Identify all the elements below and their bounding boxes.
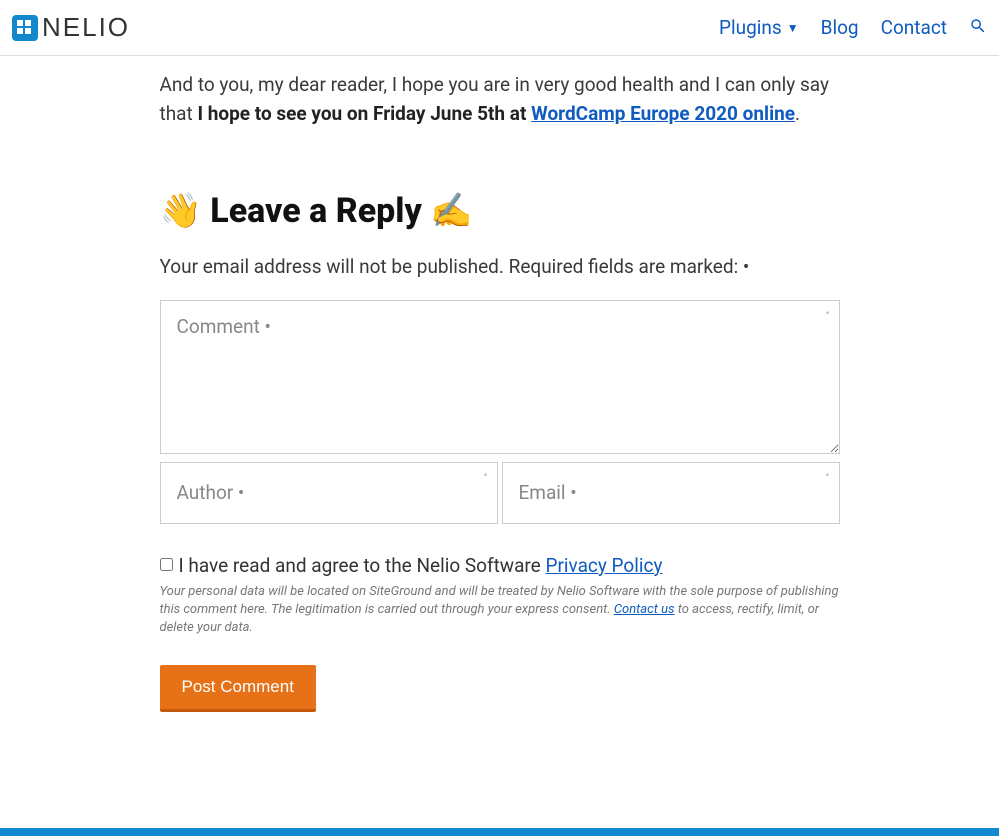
author-email-row: • • <box>160 462 840 524</box>
nav-plugins-label: Plugins <box>719 16 782 39</box>
reply-heading: 👋 Leave a Reply ✍️ <box>160 191 840 231</box>
main-content: And to you, my dear reader, I hope you a… <box>160 56 840 772</box>
site-header: NELIO Plugins ▼ Blog Contact <box>0 0 999 56</box>
nav-contact[interactable]: Contact <box>881 16 947 39</box>
site-logo[interactable]: NELIO <box>12 12 130 43</box>
consent-row: I have read and agree to the Nelio Softw… <box>160 554 840 577</box>
author-input[interactable] <box>160 462 498 524</box>
privacy-note: Your personal data will be located on Si… <box>160 583 840 638</box>
search-icon[interactable] <box>969 17 987 39</box>
reply-subtext: Your email address will not be published… <box>160 255 840 278</box>
article-bold: I hope to see you on Friday June 5th at <box>197 102 531 125</box>
email-field-wrap: • <box>502 462 840 524</box>
chevron-down-icon: ▼ <box>787 21 799 35</box>
required-dot-icon: • <box>825 468 829 482</box>
post-comment-button[interactable]: Post Comment <box>160 665 316 712</box>
comment-field-wrap: • <box>160 300 840 458</box>
article-trailing: . <box>795 102 800 125</box>
required-dot-icon: • <box>825 306 829 320</box>
email-input[interactable] <box>502 462 840 524</box>
nav-plugins[interactable]: Plugins ▼ <box>719 16 799 39</box>
article-paragraph: And to you, my dear reader, I hope you a… <box>160 70 840 129</box>
consent-text: I have read and agree to the Nelio Softw… <box>179 554 546 577</box>
privacy-policy-link[interactable]: Privacy Policy <box>545 554 662 577</box>
footer-accent-bar <box>0 828 999 836</box>
contact-us-link[interactable]: Contact us <box>614 602 675 617</box>
required-dot-icon: • <box>483 468 487 482</box>
author-field-wrap: • <box>160 462 498 524</box>
primary-nav: Plugins ▼ Blog Contact <box>719 16 987 39</box>
logo-icon <box>12 15 38 41</box>
comment-textarea[interactable] <box>160 300 840 454</box>
wordcamp-link[interactable]: WordCamp Europe 2020 online <box>531 102 795 125</box>
consent-checkbox[interactable] <box>160 558 173 571</box>
nav-blog[interactable]: Blog <box>821 16 859 39</box>
logo-text: NELIO <box>42 12 130 43</box>
